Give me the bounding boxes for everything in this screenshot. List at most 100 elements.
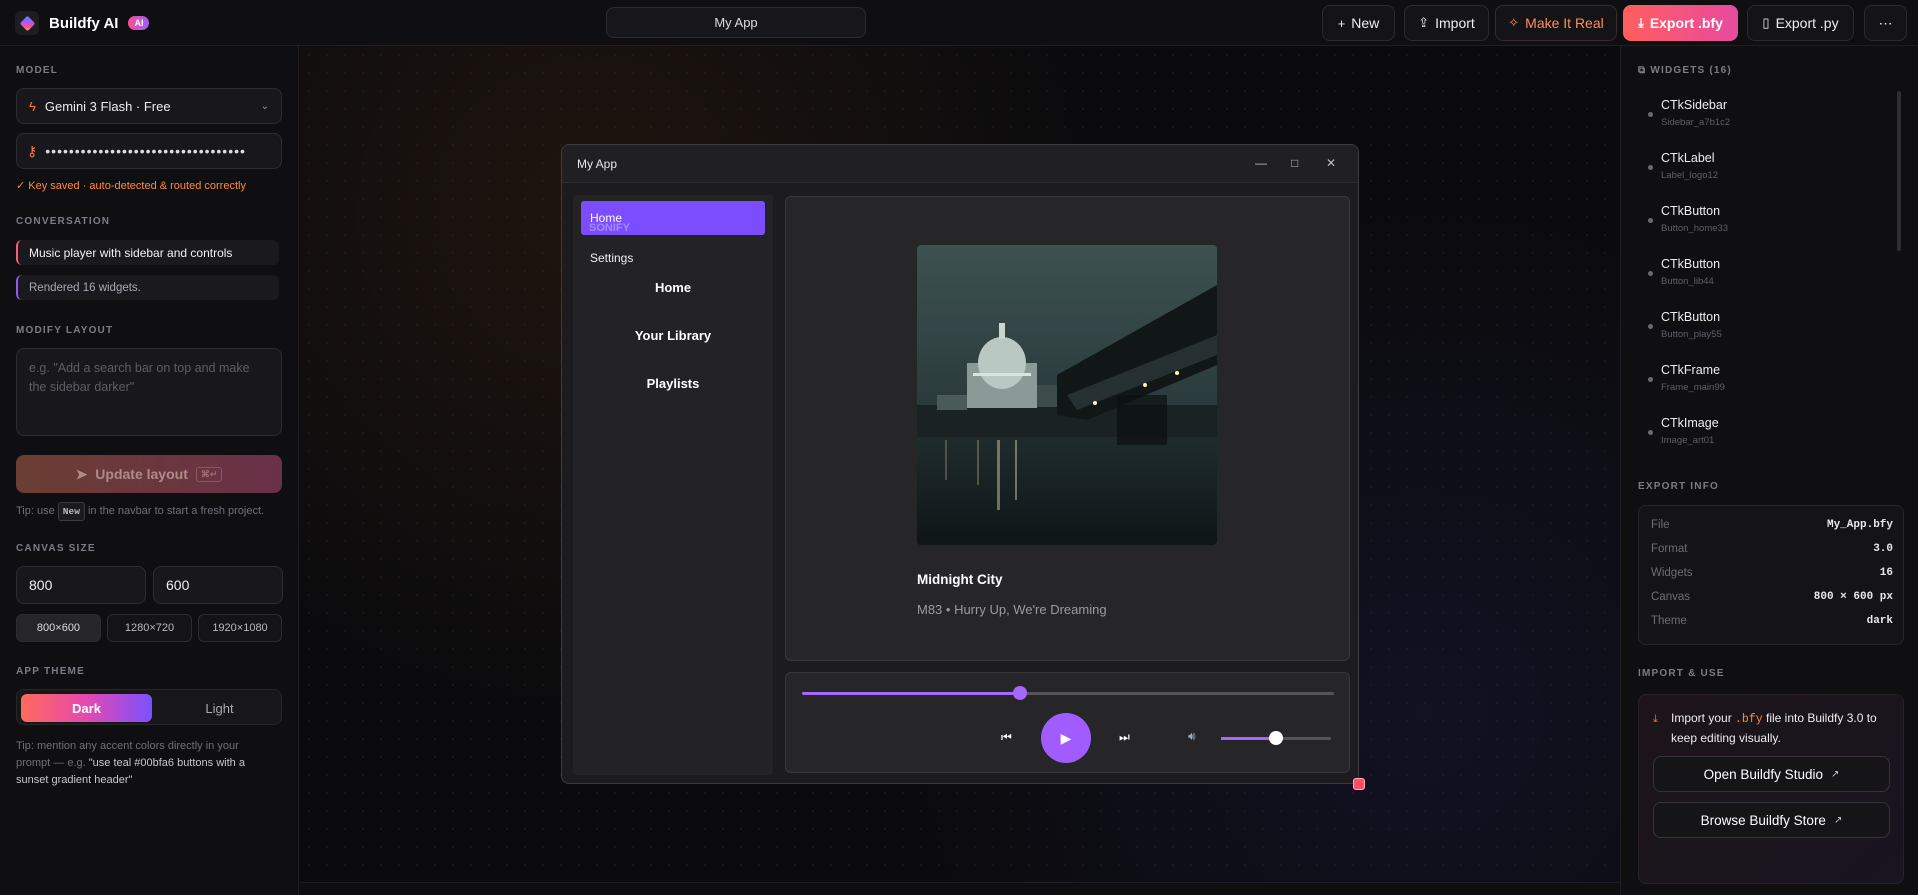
make-it-real-button[interactable]: ✧ Make It Real	[1495, 5, 1617, 41]
update-layout-button[interactable]: ➤ Update layout ⌘↵	[16, 455, 282, 493]
export-info-key: Canvas	[1651, 591, 1690, 603]
tip-new: Tip: use New in the navbar to start a fr…	[16, 502, 264, 521]
api-key-value: ••••••••••••••••••••••••••••••••••	[45, 143, 246, 159]
project-title-field[interactable]: My App	[606, 7, 866, 38]
play-button[interactable]: ▶	[1041, 713, 1091, 763]
modify-placeholder: e.g. "Add a search bar on top and make t…	[29, 361, 250, 394]
theme-light-label: Light	[205, 700, 234, 716]
widget-dot-icon	[1648, 271, 1653, 276]
preset-label: 1280×720	[124, 622, 175, 634]
export-info-key: Widgets	[1651, 567, 1693, 579]
widget-id: Frame_main99	[1661, 382, 1725, 393]
tip-new-suffix: in the navbar to start a fresh project.	[87, 505, 265, 517]
canvas-section-label: CANVAS SIZE	[16, 543, 96, 554]
maximize-icon[interactable]: □	[1291, 156, 1298, 170]
open-studio-button[interactable]: Open Buildfy Studio ↗	[1653, 756, 1890, 792]
widget-item[interactable]: CTkButton Button_play55	[1643, 310, 1893, 350]
modify-layout-input[interactable]: e.g. "Add a search bar on top and make t…	[16, 348, 282, 436]
canvas-width-input[interactable]: 800	[16, 566, 146, 604]
theme-dark-option[interactable]: Dark	[21, 694, 152, 722]
volume-icon: 🔊︎	[1188, 729, 1196, 743]
export-info-row: File My_App.bfy	[1651, 519, 1893, 531]
project-title: My App	[714, 15, 758, 30]
widget-item[interactable]: CTkLabel Label_logo12	[1643, 151, 1893, 191]
widget-dot-icon	[1648, 218, 1653, 223]
track-title: Midnight City	[917, 572, 1003, 587]
preset-800x600[interactable]: 800×600	[16, 614, 101, 642]
next-icon[interactable]: ⏭	[1119, 730, 1130, 745]
send-icon: ➤	[75, 465, 88, 482]
conversation-section-label: CONVERSATION	[16, 216, 111, 227]
app-sidebar: Home SONIFY Settings Home Your Library P…	[573, 195, 773, 775]
update-layout-label: Update layout	[95, 466, 188, 482]
export-py-button[interactable]: ▯ Export .py	[1747, 5, 1854, 41]
right-panel: ⧉ WIDGETS (16) CTkSidebar Sidebar_a7b1c2 …	[1620, 46, 1918, 895]
export-info-value: 3.0	[1873, 543, 1893, 555]
widget-id: Button_play55	[1661, 329, 1722, 340]
volume-handle[interactable]	[1269, 731, 1283, 745]
browse-store-label: Browse Buildfy Store	[1700, 812, 1826, 828]
sidebar-nav-home[interactable]: Home	[573, 280, 773, 295]
api-key-field[interactable]: ⚷ ••••••••••••••••••••••••••••••••••	[16, 133, 282, 169]
minimize-icon[interactable]: —	[1255, 156, 1267, 170]
widget-item[interactable]: CTkSidebar Sidebar_a7b1c2	[1643, 98, 1893, 138]
tip-colors: Tip: mention any accent colors directly …	[16, 738, 266, 789]
widget-type: CTkSidebar	[1661, 98, 1727, 112]
theme-section-label: APP THEME	[16, 666, 85, 677]
sidebar-nav-library[interactable]: Your Library	[573, 328, 773, 343]
model-value: Gemini 3 Flash · Free	[44, 98, 171, 114]
widget-item[interactable]: CTkButton Button_lib44	[1643, 257, 1893, 297]
progress-handle[interactable]	[1013, 686, 1028, 700]
modify-section-label: MODIFY LAYOUT	[16, 325, 114, 336]
widget-type: CTkFrame	[1661, 363, 1721, 377]
export-info-value: My_App.bfy	[1826, 519, 1893, 531]
sidebar-nav-playlists[interactable]: Playlists	[573, 376, 773, 391]
widget-item[interactable]: CTkImage Image_art01	[1643, 416, 1893, 456]
widget-item[interactable]: CTkFrame Frame_main99	[1643, 363, 1893, 403]
close-icon[interactable]: ✕	[1326, 156, 1336, 170]
ellipsis-icon: ⋯	[1878, 14, 1893, 31]
import-button[interactable]: ⇪ Import	[1404, 5, 1489, 41]
import-text: ⤓ Import your .bfy file into Buildfy 3.0…	[1653, 709, 1893, 747]
chevron-down-icon: ⌄	[260, 100, 269, 112]
theme-dark-label: Dark	[72, 700, 101, 716]
export-info-row: Canvas 800 × 600 px	[1651, 591, 1893, 603]
widget-type: CTkButton	[1661, 310, 1721, 324]
resize-handle[interactable]	[1353, 778, 1365, 790]
browse-store-button[interactable]: Browse Buildfy Store ↗	[1653, 802, 1890, 838]
widget-type: CTkLabel	[1661, 151, 1715, 165]
volume-fill	[1221, 737, 1276, 740]
more-menu-button[interactable]: ⋯	[1864, 5, 1907, 41]
now-playing-frame: Midnight City M83 • Hurry Up, We're Drea…	[785, 196, 1350, 661]
brand-name: Buildfy AI	[49, 14, 119, 32]
preset-1920x1080[interactable]: 1920×1080	[198, 614, 282, 642]
model-select[interactable]: ϟ Gemini 3 Flash · Free ⌄	[16, 88, 282, 124]
widget-id: Button_lib44	[1661, 276, 1714, 287]
previous-icon[interactable]: ⏮	[1001, 730, 1012, 745]
plus-icon: +	[1337, 15, 1346, 31]
widget-item[interactable]: CTkButton Button_home33	[1643, 204, 1893, 244]
volume-slider[interactable]	[1221, 731, 1331, 745]
progress-bar[interactable]	[802, 686, 1334, 700]
import-code: .bfy	[1735, 713, 1763, 726]
export-info-section-label: EXPORT INFO	[1638, 481, 1719, 492]
preview-window: My App — □ ✕ Home SONIFY Settings Home Y…	[561, 144, 1359, 784]
key-icon: ⚷	[27, 142, 38, 159]
export-info-value: dark	[1866, 615, 1893, 627]
new-button[interactable]: + New	[1322, 5, 1395, 41]
canvas-height-input[interactable]: 600	[153, 566, 283, 604]
export-bfy-button[interactable]: ⤓ Export .bfy	[1623, 5, 1738, 41]
brand: Buildfy AI AI	[15, 11, 150, 35]
preview-titlebar: My App — □ ✕	[562, 145, 1358, 183]
update-shortcut: ⌘↵	[195, 466, 223, 482]
theme-light-option[interactable]: Light	[154, 694, 285, 722]
open-studio-label: Open Buildfy Studio	[1703, 766, 1823, 782]
export-info-value: 16	[1879, 567, 1893, 579]
import-label: Import	[1435, 15, 1475, 31]
track-artist: M83 • Hurry Up, We're Dreaming	[917, 602, 1107, 617]
preset-1280x720[interactable]: 1280×720	[107, 614, 192, 642]
import-card: ⤓ Import your .bfy file into Buildfy 3.0…	[1638, 694, 1904, 884]
widget-list-scrollbar[interactable]	[1897, 91, 1901, 251]
left-panel: MODEL ϟ Gemini 3 Flash · Free ⌄ ⚷ ••••••…	[0, 46, 299, 895]
sidebar-item-settings[interactable]: Settings	[590, 251, 633, 265]
